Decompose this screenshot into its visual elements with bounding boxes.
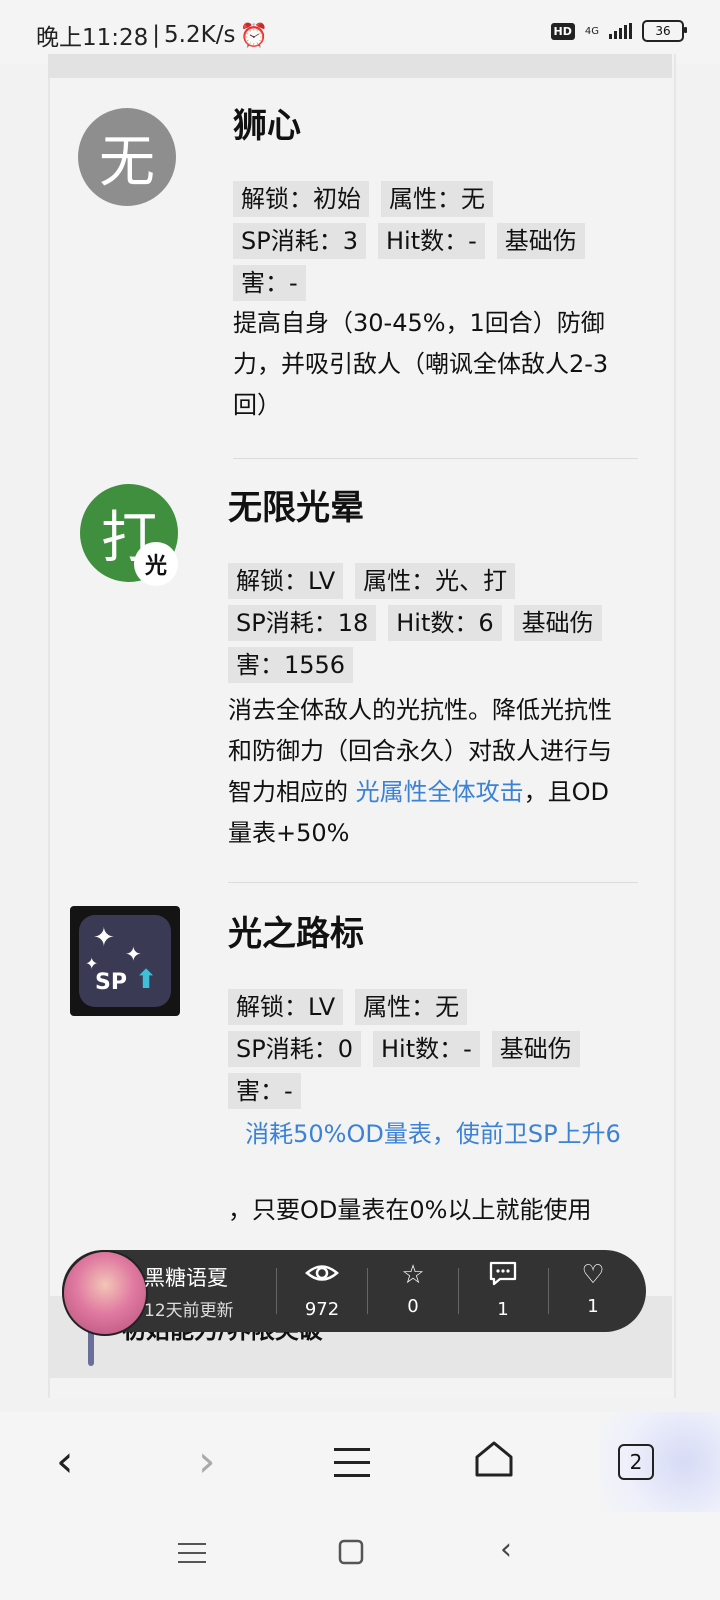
menu-button[interactable]: [334, 1440, 370, 1491]
stat-sp: SP消耗：0: [228, 1031, 361, 1067]
home-button[interactable]: [474, 1438, 514, 1489]
stat-hit: Hit数：6: [388, 605, 502, 641]
views-count: 972: [304, 1299, 340, 1320]
alarm-clock-icon: ⏰: [239, 22, 269, 49]
sparkle-icon: ✦: [93, 923, 115, 953]
star-icon: ☆: [401, 1260, 425, 1290]
recents-icon: [178, 1543, 206, 1563]
skill-name: 狮心: [233, 106, 301, 146]
network-type: 4G: [584, 25, 599, 37]
system-nav-bar: ‹: [0, 1512, 720, 1600]
signal-icon: [609, 23, 632, 39]
author-name: 黑糖语夏: [144, 1266, 228, 1290]
sparkle-icon: ✦: [125, 942, 142, 966]
skill-description: 消去全体敌人的光抗性。降低光抗性和防御力（回合永久）对敌人进行与智力相应的 光属…: [228, 690, 628, 854]
recents-button[interactable]: [178, 1538, 206, 1573]
home-icon: [475, 1441, 513, 1477]
square-icon: [338, 1539, 364, 1565]
stat-attribute: 属性：无: [381, 181, 493, 217]
skill-icon-sp-up: ✦ ✦ ✦ SP ⬆: [70, 906, 180, 1016]
stat-base-damage: 基础伤: [513, 605, 602, 641]
hd-icon: HD: [550, 22, 575, 40]
heart-icon: ♡: [581, 1260, 605, 1290]
views-stat[interactable]: 972: [277, 1260, 367, 1320]
stat-sp: SP消耗：18: [228, 605, 377, 641]
status-speed: 5.2K/s: [164, 22, 236, 48]
status-left: 晚上11:28 | 5.2K/s ⏰: [36, 18, 268, 52]
status-right: HD 4G 36: [550, 20, 687, 42]
browser-toolbar: ‹ › 2: [0, 1412, 720, 1512]
tabs-button[interactable]: 2: [618, 1444, 654, 1480]
likes-count: 1: [587, 1296, 599, 1317]
skill-icon-none: 无: [78, 108, 176, 206]
light-element-badge: 光: [134, 542, 178, 586]
skill-stats: 解锁：LV 属性：光、打 SP消耗：18 Hit数：6 基础伤 害：1556: [228, 560, 628, 686]
favorites-stat[interactable]: ☆ 0: [368, 1260, 458, 1317]
card-top-strip: [48, 54, 672, 78]
author-info[interactable]: 黑糖语夏 12天前更新: [144, 1262, 234, 1321]
likes-stat[interactable]: ♡ 1: [548, 1260, 638, 1317]
updated-time: 12天前更新: [144, 1301, 234, 1321]
home-nav-button[interactable]: [338, 1538, 364, 1573]
stat-unlock: 解锁：LV: [228, 989, 344, 1025]
back-button[interactable]: ‹: [56, 1436, 74, 1487]
forward-button[interactable]: ›: [198, 1436, 216, 1487]
stat-sp: SP消耗：3: [233, 223, 366, 259]
battery-level: 36: [655, 24, 671, 38]
sp-icon-inner: ✦ ✦ ✦ SP ⬆: [79, 915, 171, 1007]
comments-count: 1: [497, 1299, 509, 1320]
skill-name: 光之路标: [228, 914, 364, 954]
comments-stat[interactable]: 1: [458, 1260, 548, 1320]
skill-icon-text: 无: [99, 129, 155, 195]
stat-attribute: 属性：无: [355, 989, 468, 1025]
stat-base-damage: 基础伤: [491, 1031, 580, 1067]
light-attack-link[interactable]: 光属性全体攻击: [356, 778, 524, 806]
stat-unlock: 解锁：LV: [228, 563, 344, 599]
status-separator: |: [152, 22, 161, 48]
stat-base-damage: 基础伤: [496, 223, 585, 259]
avatar[interactable]: [62, 1250, 148, 1336]
battery-icon: 36: [642, 20, 687, 42]
skill-description: ，只要OD量表在0%以上就能使用: [228, 1196, 592, 1224]
eye-icon: [277, 1260, 367, 1293]
author-stats-bar: 黑糖语夏 12天前更新 972 ☆ 0 1 ♡ 1: [62, 1250, 646, 1336]
skill-stats: 解锁：初始 属性：无 SP消耗：3 Hit数：- 基础伤 害：-: [233, 178, 633, 304]
skill-name: 无限光晕: [228, 488, 364, 528]
skill-stats: 解锁：LV 属性：无 SP消耗：0 Hit数：- 基础伤 害：-: [228, 986, 628, 1112]
favorites-count: 0: [407, 1296, 419, 1317]
stat-attribute: 属性：光、打: [355, 563, 516, 599]
status-time: 晚上11:28: [36, 25, 149, 51]
divider: [228, 882, 638, 883]
divider: [233, 458, 638, 459]
menu-icon: [334, 1448, 370, 1477]
skill-icon-strike-light: 打 光: [80, 484, 178, 586]
arrow-up-icon: ⬆: [135, 965, 157, 995]
stat-base-damage-value: 害：1556: [228, 647, 354, 683]
sp-boost-link[interactable]: 消耗50%OD量表，使前卫SP上升6: [228, 1116, 638, 1152]
back-nav-button[interactable]: ‹: [500, 1532, 512, 1567]
stat-hit: Hit数：-: [372, 1031, 480, 1067]
sp-icon-label: SP: [95, 970, 127, 995]
stat-base-damage-value: 害：-: [228, 1073, 301, 1109]
skill-description: 提高自身（30-45%，1回合）防御力，并吸引敌人（嘲讽全体敌人2-3回）: [233, 309, 609, 419]
stat-base-damage-value: 害：-: [233, 265, 306, 301]
comment-icon: [458, 1260, 548, 1293]
stat-hit: Hit数：-: [377, 223, 485, 259]
stat-unlock: 解锁：初始: [233, 181, 369, 217]
